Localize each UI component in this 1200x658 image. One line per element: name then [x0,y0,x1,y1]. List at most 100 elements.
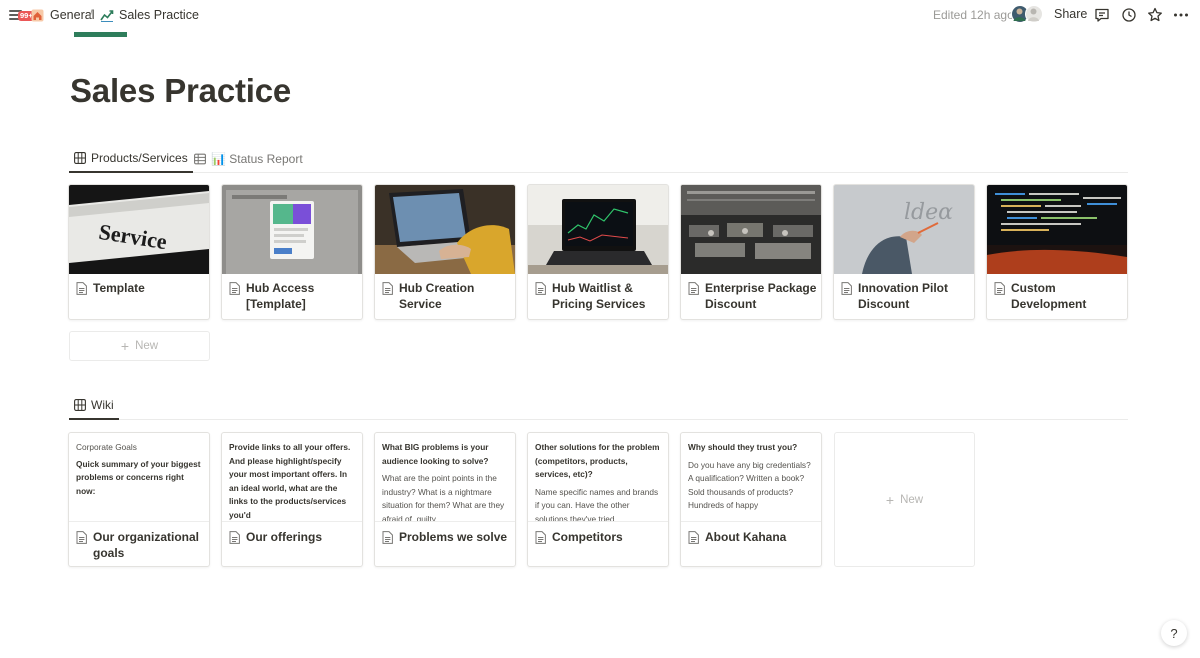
gallery-card-custom-development[interactable]: Custom Development [986,184,1128,320]
document-icon [535,282,546,295]
card-preview: Provide links to all your offers. And pl… [222,433,362,522]
document-icon [76,531,87,544]
card-title: Our offerings [229,529,359,545]
tab-label: Wiki [91,398,114,412]
house-icon [31,9,44,22]
clock-icon[interactable] [1120,6,1138,24]
tab-status-report[interactable]: 📊 Status Report [189,145,308,173]
gallery-card-template[interactable]: Service Template [68,184,210,320]
card-title: Problems we solve [382,529,512,545]
wiki-card-about-kahana[interactable]: Why should they trust you? Do you have a… [680,432,822,567]
breadcrumb-sales-practice[interactable]: Sales Practice [100,8,199,22]
card-title-text: Competitors [552,530,623,544]
page-cover-strip [74,32,127,37]
tab-label: 📊 Status Report [211,152,303,166]
card-title: Enterprise Package Discount [688,280,818,312]
card-title-text: Hub Waitlist & Pricing Services [552,281,646,311]
card-title: Custom Development [994,280,1124,312]
document-icon [229,531,240,544]
document-icon [382,531,393,544]
share-button[interactable]: Share [1054,7,1087,21]
card-cover-image: ldeα [834,185,974,274]
gallery-icon [74,152,86,164]
card-cover-image [528,185,668,274]
document-icon [994,282,1005,295]
document-icon [535,531,546,544]
wiki-card-our-offerings[interactable]: Provide links to all your offers. And pl… [221,432,363,567]
preview-text: Provide links to all your offers. And pl… [229,442,351,520]
tab-label: Products/Services [91,151,188,165]
chart-page-icon [100,9,114,22]
new-label: New [900,493,924,506]
card-title-text: About Kahana [705,530,787,544]
card-title-text: Our organizational goals [93,530,200,560]
collaborator-avatars[interactable] [1011,5,1045,24]
preview-heading: What BIG problems is your audience looki… [382,442,489,466]
wiki-view-tabs: Wiki [69,392,1128,420]
card-title-text: Enterprise Package Discount [705,281,817,311]
card-preview: What BIG problems is your audience looki… [375,433,515,522]
gallery-card-hub-waitlist[interactable]: Hub Waitlist & Pricing Services [527,184,669,320]
card-title: Competitors [535,529,665,545]
more-icon[interactable] [1172,6,1190,24]
products-view-tabs: Products/Services 📊 Status Report [69,145,1128,173]
document-icon [688,531,699,544]
gallery-card-hub-access[interactable]: Hub Access [Template] [221,184,363,320]
gallery-card-innovation-pilot[interactable]: ldeα Innovation Pilot Discount [833,184,975,320]
card-title: Hub Access [Template] [229,280,359,312]
card-title: Innovation Pilot Discount [841,280,971,312]
gallery-icon [74,399,86,411]
wiki-card-organizational-goals[interactable]: Corporate Goals Quick summary of your bi… [68,432,210,567]
card-title-text: Template [93,281,145,295]
wiki-card-competitors[interactable]: Other solutions for the problem (competi… [527,432,669,567]
document-icon [229,282,240,295]
avatar [1025,5,1043,23]
wiki-card-problems-we-solve[interactable]: What BIG problems is your audience looki… [374,432,516,567]
preview-heading: Why should they trust you? [688,442,798,452]
star-icon[interactable] [1146,6,1164,24]
help-button[interactable]: ? [1161,620,1187,646]
svg-text:ldeα: ldeα [904,200,953,225]
card-cover-image [987,185,1127,274]
preview-heading: Other solutions for the problem (competi… [535,442,660,479]
card-cover-image [222,185,362,274]
comment-icon[interactable] [1093,6,1111,24]
gallery-card-enterprise-package[interactable]: Enterprise Package Discount [680,184,822,320]
breadcrumb-general[interactable]: General [31,8,94,22]
breadcrumb-label: General [50,8,95,22]
card-preview: Corporate Goals Quick summary of your bi… [69,433,209,522]
document-icon [841,282,852,295]
sidebar-menu-button[interactable]: 99+ [8,6,35,21]
breadcrumb-separator: / [89,8,93,22]
gallery-card-hub-creation-service[interactable]: Hub Creation Service [374,184,516,320]
page-title: Sales Practice [70,72,292,109]
card-title: Template [76,280,206,296]
preview-text: Do you have any big credentials? A quali… [688,459,811,511]
card-cover-image [375,185,515,274]
tab-wiki[interactable]: Wiki [69,392,119,420]
card-preview: Why should they trust you? Do you have a… [681,433,821,522]
plus-icon: + [885,491,895,508]
card-title-text: Hub Creation Service [399,281,475,311]
preview-text: Name specific names and brands if you ca… [535,486,659,522]
edited-timestamp: Edited 12h ago [933,8,1014,22]
table-icon [194,153,206,165]
card-title-text: Innovation Pilot Discount [858,281,948,311]
card-title: About Kahana [688,529,818,545]
card-title-text: Hub Access [Template] [246,281,315,311]
new-label: New [135,340,159,352]
card-title-text: Problems we solve [399,530,508,544]
topbar: 99+ General / Sales Practice Edited 12h … [0,0,1200,30]
card-title: Hub Creation Service [382,280,512,312]
card-title-text: Custom Development [1011,281,1087,311]
preview-text: Quick summary of your biggest problems o… [76,458,201,496]
new-wiki-page-button[interactable]: + New [834,432,975,567]
tab-products-services[interactable]: Products/Services [69,145,193,173]
preview-heading: Corporate Goals [76,442,137,452]
new-product-button[interactable]: + New [69,331,210,361]
card-preview: Other solutions for the problem (competi… [528,433,668,522]
card-cover-image: Service [69,185,209,274]
document-icon [688,282,699,295]
document-icon [76,282,87,295]
breadcrumb-label: Sales Practice [119,8,199,22]
